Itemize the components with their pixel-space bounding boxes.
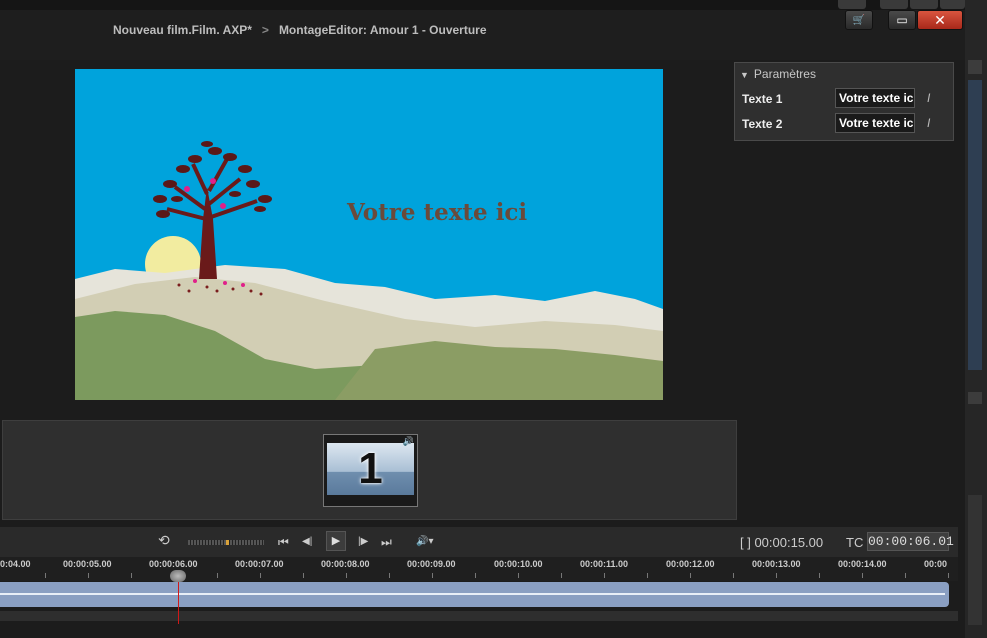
right-side-panel xyxy=(965,0,987,638)
play-icon: ▶ xyxy=(331,535,341,547)
triangle-down-icon: ▼ xyxy=(740,70,749,80)
background-window-tab xyxy=(940,0,965,9)
parameters-panel: ▼ Paramètres Texte 1 Votre texte ici I Te… xyxy=(734,62,954,141)
side-panel-scrollbar[interactable] xyxy=(968,495,982,625)
ruler-label: 00:00:09.00 xyxy=(407,559,456,569)
param-label-texte-2: Texte 2 xyxy=(742,117,783,131)
timecode-field[interactable]: 00:00:06.01 xyxy=(867,532,954,551)
ruler-label: 00:00:06.00 xyxy=(149,559,198,569)
side-panel-button[interactable] xyxy=(968,392,982,404)
preview-title-text[interactable]: Votre texte ici xyxy=(347,199,527,226)
maximize-button[interactable]: ▭ xyxy=(888,10,916,30)
ruler-label: 00:00:10.00 xyxy=(494,559,543,569)
background-window-tab xyxy=(838,0,866,9)
ruler-tick xyxy=(389,573,390,578)
timeline-scrollbar[interactable] xyxy=(0,611,958,621)
duration-readout: [ ] 00:00:15.00 xyxy=(740,535,824,550)
breadcrumb: Nouveau film.Film. AXP* > MontageEditor: A… xyxy=(113,23,487,37)
ruler-tick xyxy=(475,573,476,578)
ruler-label: 0:04.00 xyxy=(0,559,31,569)
preview-scene xyxy=(75,69,663,400)
breadcrumb-editor: MontageEditor: Amour 1 - Ouverture xyxy=(278,23,487,37)
ruler-tick xyxy=(303,573,304,578)
ruler-label: 00:00:12.00 xyxy=(666,559,715,569)
ruler-tick xyxy=(88,573,89,578)
breadcrumb-project[interactable]: Nouveau film.Film. AXP* xyxy=(113,23,252,37)
ruler-tick xyxy=(862,573,863,578)
ruler-tick xyxy=(647,573,648,578)
transport-bar: ⟲ ⏮ ◀| ▶ |▶ ⏭ 🔊▾ [ ] 00:00:15.00 TC 00:0… xyxy=(0,527,958,557)
playhead-handle[interactable] xyxy=(170,570,186,582)
timeline-track[interactable] xyxy=(0,582,949,607)
ruler-tick xyxy=(819,573,820,578)
side-panel-scrollbar[interactable] xyxy=(968,80,982,370)
ruler-label: 00:00:08.00 xyxy=(321,559,370,569)
ruler-label: 00:00:07.00 xyxy=(235,559,284,569)
ruler-tick xyxy=(432,573,433,578)
ruler-tick xyxy=(131,573,132,578)
previous-frame-icon[interactable]: ◀| xyxy=(302,536,312,547)
ruler-tick xyxy=(518,573,519,578)
clip-number: 1 xyxy=(358,444,383,493)
side-panel-button[interactable] xyxy=(968,60,982,74)
ruler-tick xyxy=(905,573,906,578)
play-button[interactable]: ▶ xyxy=(326,531,346,551)
parameters-title: Paramètres xyxy=(753,67,816,81)
jog-marker[interactable] xyxy=(226,540,229,545)
cart-button[interactable]: 🛒 xyxy=(845,10,873,30)
close-button[interactable]: ✕ xyxy=(917,10,963,30)
audio-level-line xyxy=(0,593,945,595)
param-label-texte-1: Texte 1 xyxy=(742,92,783,106)
param-input-texte-2[interactable]: Votre texte ici xyxy=(835,113,915,133)
clip-image: 1 xyxy=(327,443,414,495)
ruler-tick xyxy=(733,573,734,578)
ruler-tick xyxy=(260,573,261,578)
top-bar: Nouveau film.Film. AXP* > MontageEditor: A… xyxy=(0,0,965,60)
ruler-tick xyxy=(346,573,347,578)
parameters-header[interactable]: ▼ Paramètres xyxy=(740,67,816,81)
param-input-texte-1[interactable]: Votre texte ici xyxy=(835,88,915,108)
go-to-start-icon[interactable]: ⏮ xyxy=(278,535,289,550)
text-cursor-icon[interactable]: I xyxy=(927,116,930,130)
jog-scrubber[interactable] xyxy=(188,540,264,545)
volume-icon[interactable]: 🔊▾ xyxy=(416,536,433,547)
background-window-tab xyxy=(910,0,938,9)
top-strip xyxy=(0,0,965,10)
ruler-tick xyxy=(45,573,46,578)
ruler-tick xyxy=(217,573,218,578)
speaker-icon: 🔊 xyxy=(402,436,414,446)
ruler-tick xyxy=(776,573,777,578)
background-window-tab xyxy=(880,0,908,9)
ruler-label: 00:00:14.00 xyxy=(838,559,887,569)
tc-label: TC xyxy=(846,535,864,550)
ruler-label: 00:00:11.00 xyxy=(580,559,629,569)
ruler-tick xyxy=(948,573,949,578)
next-frame-icon[interactable]: |▶ xyxy=(358,536,368,547)
timeline-ruler[interactable]: 0:04.00 00:00:05.00 00:00:06.00 00:00:07… xyxy=(0,557,958,581)
maximize-icon: ▭ xyxy=(896,13,908,27)
video-preview[interactable]: Votre texte ici xyxy=(75,69,663,400)
breadcrumb-separator: > xyxy=(261,23,269,37)
clip-thumbnail[interactable]: 1 🔊 xyxy=(323,434,418,507)
close-icon: ✕ xyxy=(934,11,946,28)
storyboard-panel: 1 🔊 xyxy=(2,420,737,520)
ruler-tick xyxy=(561,573,562,578)
loop-icon[interactable]: ⟲ xyxy=(158,532,170,549)
ruler-tick xyxy=(604,573,605,578)
ruler-label: 00:00 xyxy=(924,559,948,569)
go-to-end-icon[interactable]: ⏭ xyxy=(381,535,392,550)
cart-icon: 🛒 xyxy=(852,14,866,26)
text-cursor-icon[interactable]: I xyxy=(927,91,930,105)
ruler-tick xyxy=(690,573,691,578)
ruler-label: 00:00:05.00 xyxy=(63,559,112,569)
ruler-label: 00:00:13.00 xyxy=(752,559,801,569)
